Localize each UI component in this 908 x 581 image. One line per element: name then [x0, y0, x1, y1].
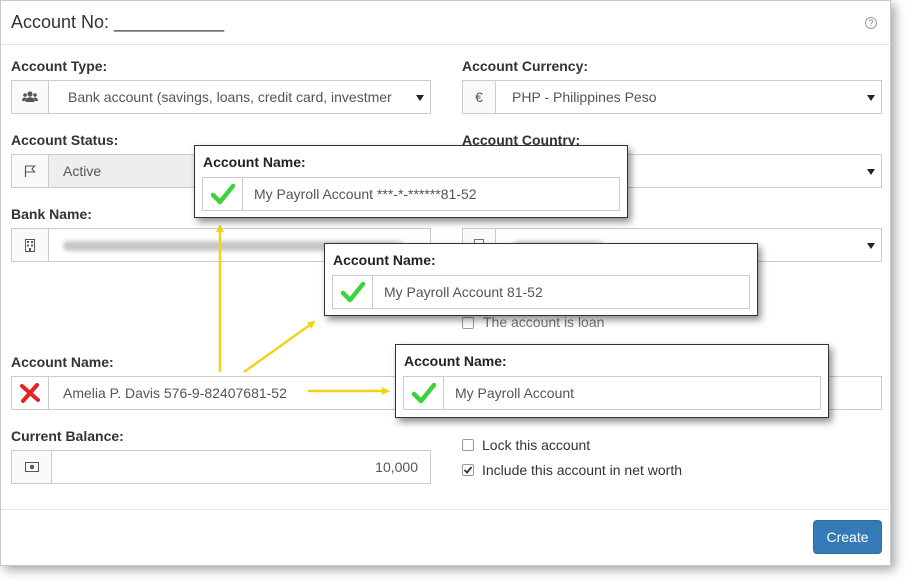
callout-3: Account Name: My Payroll Account [395, 344, 829, 418]
callout-2-value: My Payroll Account 81-52 [384, 284, 543, 300]
callout-1-field: My Payroll Account ***-*-******81-52 [202, 177, 620, 211]
callout-2-label: Account Name: [333, 252, 436, 268]
green-check-icon [203, 178, 243, 210]
callout-3-label: Account Name: [404, 353, 507, 369]
callout-1-label: Account Name: [203, 154, 306, 170]
callout-3-field: My Payroll Account [403, 376, 821, 410]
callout-1-value: My Payroll Account ***-*-******81-52 [254, 186, 477, 202]
arrow-to-callout-2 [243, 320, 316, 374]
green-check-icon [404, 377, 444, 409]
callout-2: Account Name: My Payroll Account 81-52 [324, 243, 758, 316]
callout-2-field: My Payroll Account 81-52 [332, 275, 750, 309]
green-check-icon [333, 276, 373, 308]
callout-3-value: My Payroll Account [455, 385, 575, 401]
callout-1: Account Name: My Payroll Account ***-*-*… [194, 145, 628, 218]
